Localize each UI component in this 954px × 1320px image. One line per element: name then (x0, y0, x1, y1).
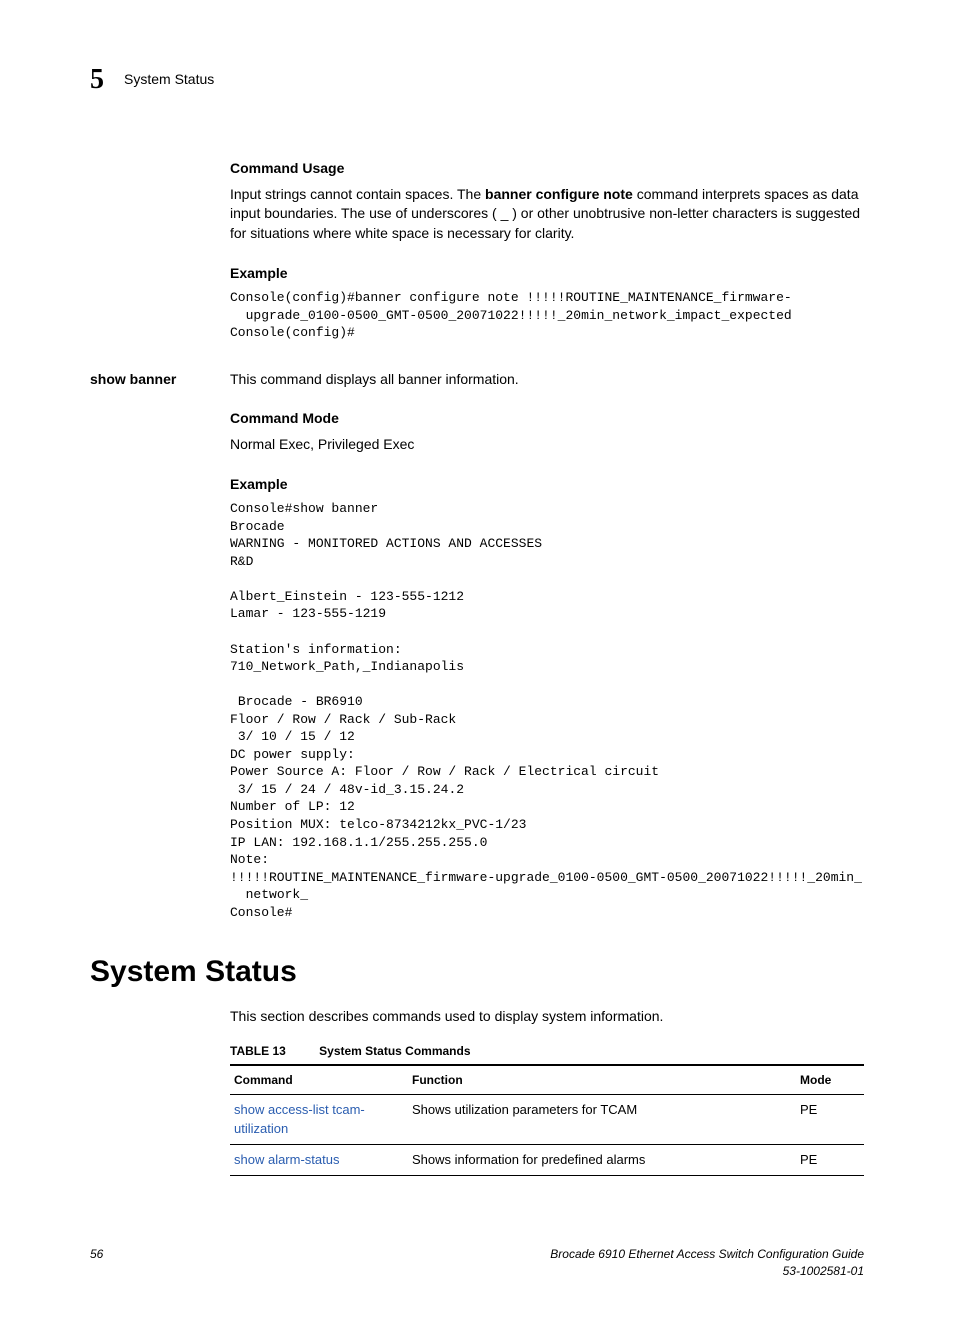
usage-text-pre: Input strings cannot contain spaces. The (230, 186, 485, 202)
example-1-code: Console(config)#banner configure note !!… (230, 289, 864, 342)
table-number: TABLE 13 (230, 1044, 286, 1058)
chapter-title: System Status (124, 70, 214, 90)
link-show-alarm-status[interactable]: show alarm-status (234, 1152, 339, 1167)
footer-doc-id: 53-1002581-01 (550, 1263, 864, 1280)
heading-system-status: System Status (90, 951, 864, 993)
system-status-commands-table: Command Function Mode show access-list t… (230, 1064, 864, 1176)
footer-right: Brocade 6910 Ethernet Access Switch Conf… (550, 1246, 864, 1280)
table-caption: TABLE 13 System Status Commands (230, 1043, 864, 1060)
usage-text-bold: banner configure note (485, 186, 633, 202)
cell-mode: PE (796, 1095, 864, 1144)
command-mode-text: Normal Exec, Privileged Exec (230, 435, 864, 455)
cell-mode: PE (796, 1144, 864, 1175)
page-footer: 56 Brocade 6910 Ethernet Access Switch C… (90, 1246, 864, 1280)
cell-function: Shows utilization parameters for TCAM (408, 1095, 796, 1144)
col-header-mode: Mode (796, 1065, 864, 1095)
chapter-number: 5 (90, 60, 104, 99)
table-row: show access-list tcam-utilization Shows … (230, 1095, 864, 1144)
table-header-row: Command Function Mode (230, 1065, 864, 1095)
footer-page-number: 56 (90, 1246, 103, 1280)
show-banner-desc: This command displays all banner informa… (230, 370, 864, 390)
heading-example-2: Example (230, 475, 864, 495)
heading-command-mode: Command Mode (230, 409, 864, 429)
heading-example-1: Example (230, 264, 864, 284)
table-row: show alarm-status Shows information for … (230, 1144, 864, 1175)
col-header-function: Function (408, 1065, 796, 1095)
link-show-access-list[interactable]: show access-list tcam-utilization (234, 1102, 365, 1135)
command-usage-paragraph: Input strings cannot contain spaces. The… (230, 185, 864, 244)
example-2-code: Console#show banner Brocade WARNING - MO… (230, 500, 864, 921)
heading-command-usage: Command Usage (230, 159, 864, 179)
cell-function: Shows information for predefined alarms (408, 1144, 796, 1175)
page-header: 5 System Status (90, 60, 864, 99)
footer-doc-title: Brocade 6910 Ethernet Access Switch Conf… (550, 1246, 864, 1263)
margin-label-show-banner: show banner (90, 370, 220, 390)
system-status-content: This section describes commands used to … (230, 1007, 864, 1176)
main-content: Command Usage Input strings cannot conta… (230, 159, 864, 921)
system-status-intro: This section describes commands used to … (230, 1007, 864, 1027)
col-header-command: Command (230, 1065, 408, 1095)
table-title: System Status Commands (319, 1044, 470, 1058)
